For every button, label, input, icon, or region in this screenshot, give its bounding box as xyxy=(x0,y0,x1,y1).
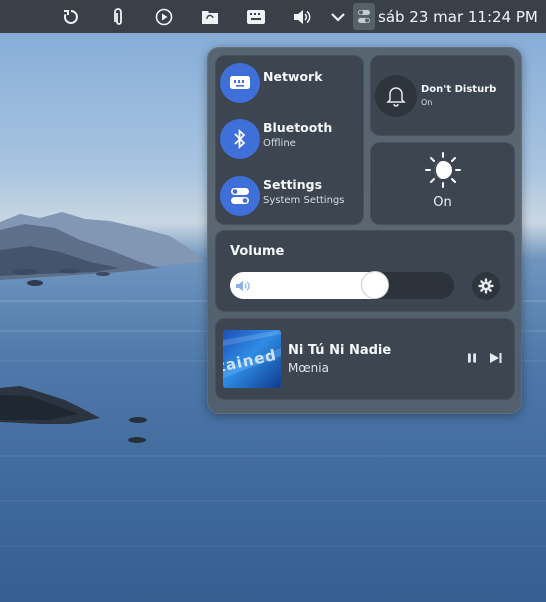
bell-icon[interactable] xyxy=(375,75,417,117)
folder-sync-icon[interactable] xyxy=(199,6,221,28)
album-cover[interactable]: tained n xyxy=(223,330,281,388)
network-label: Network xyxy=(263,69,323,84)
settings-toggle[interactable]: Settings System Settings xyxy=(218,174,363,218)
night-light-card[interactable]: On xyxy=(370,142,515,225)
pause-icon xyxy=(468,353,476,363)
network-icon[interactable] xyxy=(220,63,260,103)
control-center-panel: Network Bluetooth Offline Settings Syste… xyxy=(207,47,522,414)
chevron-down-icon[interactable] xyxy=(327,6,349,28)
control-center-icon xyxy=(358,10,370,23)
settings-toggle-icon[interactable] xyxy=(220,176,260,216)
network-toggle[interactable]: Network xyxy=(218,61,363,105)
next-icon xyxy=(490,353,502,363)
volume-slider[interactable] xyxy=(230,271,454,299)
play-circle-icon[interactable] xyxy=(153,6,175,28)
settings-label: Settings xyxy=(263,177,323,192)
next-button[interactable] xyxy=(488,350,504,366)
volume-slider-fill xyxy=(230,272,375,299)
bluetooth-toggle[interactable]: Bluetooth Offline xyxy=(218,117,363,161)
volume-slider-handle[interactable] xyxy=(361,271,389,299)
paperclip-icon[interactable] xyxy=(107,6,129,28)
dnd-label: Don't Disturb xyxy=(421,84,497,95)
top-panel: sáb 23 mar 11:24 PM xyxy=(0,0,546,33)
refresh-icon[interactable] xyxy=(60,6,82,28)
do-not-disturb-card[interactable]: Don't Disturb On xyxy=(370,55,515,136)
keyboard-icon[interactable] xyxy=(245,6,267,28)
bluetooth-label: Bluetooth xyxy=(263,120,333,135)
pause-button[interactable] xyxy=(464,350,480,366)
volume-label: Volume xyxy=(230,244,285,259)
speaker-icon xyxy=(236,281,250,291)
control-center-button[interactable] xyxy=(353,3,375,30)
bluetooth-icon[interactable] xyxy=(220,119,260,159)
track-artist: Mœnia xyxy=(288,361,329,375)
track-title: Ni Tú Ni Nadie xyxy=(288,343,392,358)
gear-icon[interactable] xyxy=(472,272,500,300)
night-light-status: On xyxy=(433,195,452,210)
day-night-icon xyxy=(425,152,461,188)
settings-subtitle: System Settings xyxy=(263,195,345,206)
clock[interactable]: sáb 23 mar 11:24 PM xyxy=(378,8,538,26)
dnd-status: On xyxy=(421,98,433,107)
volume-card: Volume xyxy=(215,230,515,312)
connectivity-card: Network Bluetooth Offline Settings Syste… xyxy=(215,55,364,225)
volume-icon[interactable] xyxy=(291,6,313,28)
media-player-card: tained n Ni Tú Ni Nadie Mœnia xyxy=(215,318,515,400)
bluetooth-status: Offline xyxy=(263,138,296,149)
